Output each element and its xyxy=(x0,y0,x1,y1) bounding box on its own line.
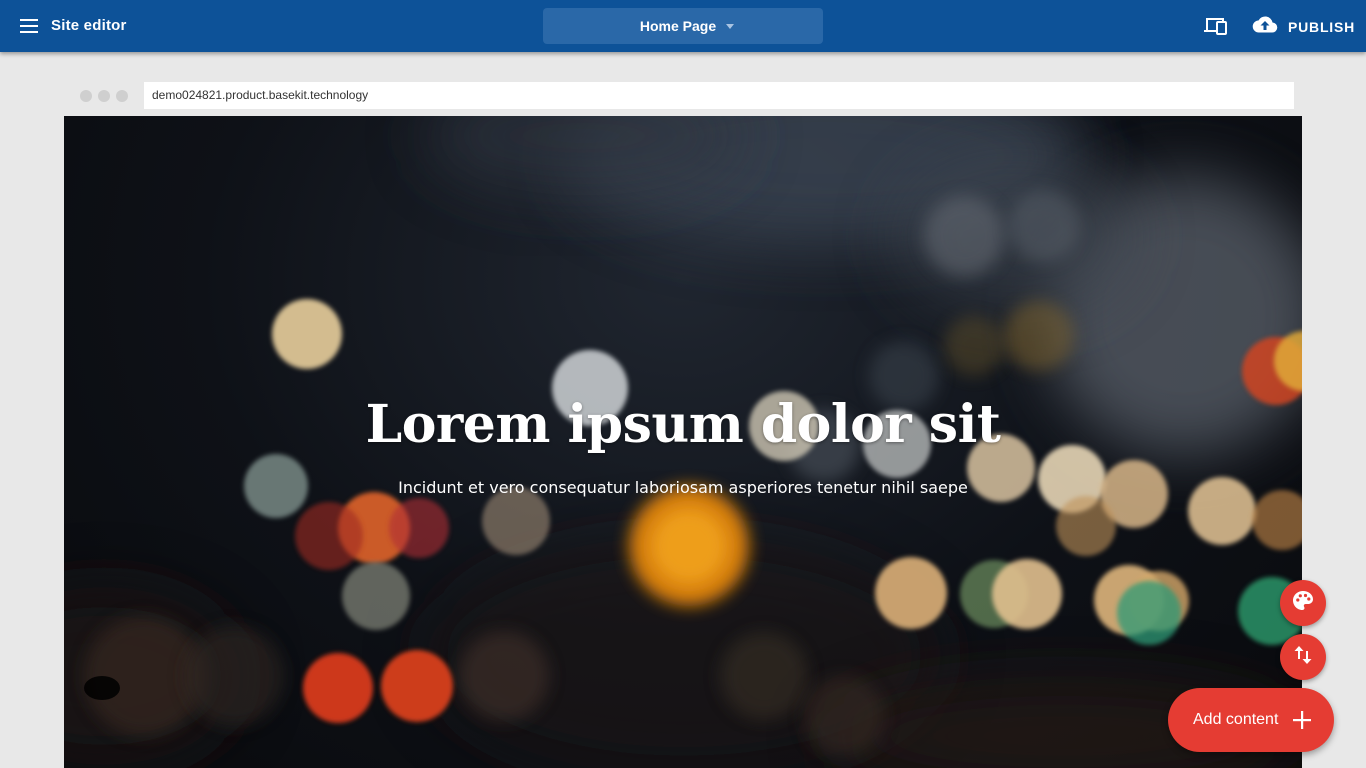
add-content-label: Add content xyxy=(1193,711,1279,728)
hamburger-menu-icon[interactable] xyxy=(18,16,40,36)
add-content-button[interactable]: Add content xyxy=(1168,688,1334,752)
app-title: Site editor xyxy=(51,17,127,34)
window-dot-icon xyxy=(116,90,128,102)
theme-button[interactable] xyxy=(1280,580,1326,626)
editor-topbar: Site editor Home Page PUBLISH xyxy=(0,0,1366,52)
hero-subtitle[interactable]: Incidunt et vero consequatur laboriosam … xyxy=(64,478,1302,497)
reorder-button[interactable] xyxy=(1280,634,1326,680)
page-selector-label: Home Page xyxy=(639,18,717,34)
publish-button[interactable]: PUBLISH xyxy=(1252,14,1355,40)
page-selector-dropdown[interactable]: Home Page xyxy=(543,8,823,44)
publish-label: PUBLISH xyxy=(1288,19,1356,35)
swap-vertical-icon xyxy=(1291,643,1315,672)
window-dot-icon xyxy=(80,90,92,102)
site-url-field: demo024821.product.basekit.technology xyxy=(144,82,1294,109)
hero-title[interactable]: Lorem ipsum dolor sit xyxy=(64,394,1302,455)
cloud-upload-icon xyxy=(1252,15,1278,40)
palette-icon xyxy=(1291,589,1315,618)
plus-icon xyxy=(1292,710,1312,730)
hero-section[interactable]: Lorem ipsum dolor sit Incidunt et vero c… xyxy=(64,116,1302,768)
caret-down-icon xyxy=(726,24,735,29)
browser-chrome: demo024821.product.basekit.technology xyxy=(64,78,1302,116)
window-dot-icon xyxy=(98,90,110,102)
device-preview-icon[interactable] xyxy=(1202,16,1230,36)
